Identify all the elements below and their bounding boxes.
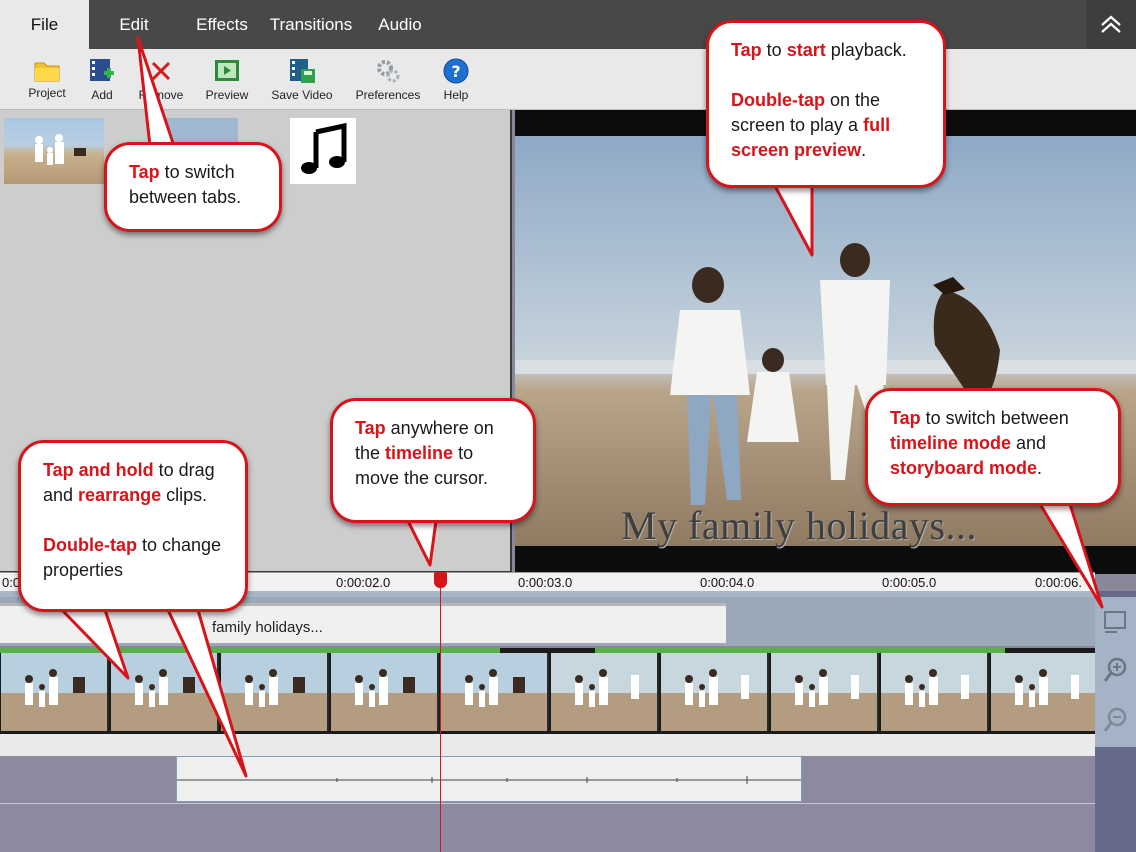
preview-label: Preview xyxy=(205,88,249,102)
filmstrip-frame[interactable] xyxy=(771,653,879,731)
chevron-up-icon[interactable] xyxy=(1086,0,1136,49)
toolbar: Project Add Remove Preview Save Video Pr… xyxy=(0,49,1136,110)
filmstrip-frame[interactable] xyxy=(551,653,659,731)
empty-track[interactable] xyxy=(0,734,1095,756)
ruler-tick: 0:00:05.0 xyxy=(882,575,937,590)
add-label: Add xyxy=(91,88,113,102)
help-icon: ? xyxy=(443,58,469,84)
menu-bar: File Edit Effects Transitions Audio xyxy=(0,0,1136,49)
playhead-handle[interactable] xyxy=(434,572,447,588)
tab-transitions[interactable]: Transitions xyxy=(266,0,356,49)
title-overlay-text: My family holidays... xyxy=(621,503,978,548)
track-divider xyxy=(0,803,1095,804)
callout-mode-switch: Tap to switch between timeline mode and … xyxy=(865,388,1121,506)
music-note-icon[interactable] xyxy=(290,118,356,184)
remove-icon xyxy=(151,61,171,81)
help-button[interactable]: ? Help xyxy=(436,57,476,102)
audio-track[interactable] xyxy=(0,756,1095,852)
audio-waveform xyxy=(177,776,801,784)
timeline-tools xyxy=(1095,591,1136,852)
folder-icon xyxy=(34,62,60,82)
audio-clip[interactable] xyxy=(176,756,802,802)
project-button[interactable]: Project xyxy=(22,57,72,100)
callout-timeline-cursor: Tap anywhere on the timeline to move the… xyxy=(330,398,536,523)
ruler-tick: 0:00:06. xyxy=(1035,575,1082,590)
media-thumbnail-photo[interactable] xyxy=(4,118,104,184)
ruler-tick: 0:00:02.0 xyxy=(336,575,391,590)
filmstrip-frame[interactable] xyxy=(1,653,109,731)
remove-button[interactable]: Remove xyxy=(137,57,185,102)
filmstrip-frame[interactable] xyxy=(661,653,769,731)
callout-clips: Tap and hold to drag and rearrange clips… xyxy=(18,440,248,612)
callout-switch-tabs: Tap to switch between tabs. xyxy=(104,142,282,232)
save-video-icon xyxy=(290,59,315,83)
preferences-label: Preferences xyxy=(355,88,421,102)
tab-effects[interactable]: Effects xyxy=(186,0,258,49)
zoom-out-icon[interactable] xyxy=(1095,697,1136,747)
save-video-label: Save Video xyxy=(271,88,333,102)
tab-audio[interactable]: Audio xyxy=(372,0,428,49)
gear-icon xyxy=(377,60,400,83)
callout-playback: Tap to start playback. Double-tap on the… xyxy=(706,20,946,188)
filmstrip-frame[interactable] xyxy=(991,653,1099,731)
filmstrip-frame[interactable] xyxy=(441,653,549,731)
playhead-line xyxy=(440,581,441,852)
ruler-tick: 0:00:04.0 xyxy=(700,575,755,590)
svg-text:?: ? xyxy=(451,62,460,81)
text-clip-label: family holidays... xyxy=(212,619,323,636)
tab-file[interactable]: File xyxy=(0,0,89,49)
remove-label: Remove xyxy=(138,88,184,102)
preferences-button[interactable]: Preferences xyxy=(352,57,424,102)
project-label: Project xyxy=(28,86,66,100)
zoom-in-icon[interactable] xyxy=(1095,647,1136,697)
ruler-tick: 0:00:03.0 xyxy=(518,575,573,590)
preview-button[interactable]: Preview xyxy=(202,57,252,102)
help-label: Help xyxy=(443,88,469,102)
storyboard-toggle-icon[interactable] xyxy=(1095,597,1136,647)
video-track[interactable] xyxy=(0,648,1099,734)
filmstrip-frame[interactable] xyxy=(111,653,219,731)
add-button[interactable]: Add xyxy=(82,57,122,102)
filmstrip-frame[interactable] xyxy=(331,653,439,731)
tab-edit[interactable]: Edit xyxy=(106,0,162,49)
add-media-icon xyxy=(90,59,114,81)
save-video-button[interactable]: Save Video xyxy=(268,57,336,102)
filmstrip-frame[interactable] xyxy=(881,653,989,731)
filmstrip-frame[interactable] xyxy=(221,653,329,731)
play-preview-icon xyxy=(215,60,239,81)
